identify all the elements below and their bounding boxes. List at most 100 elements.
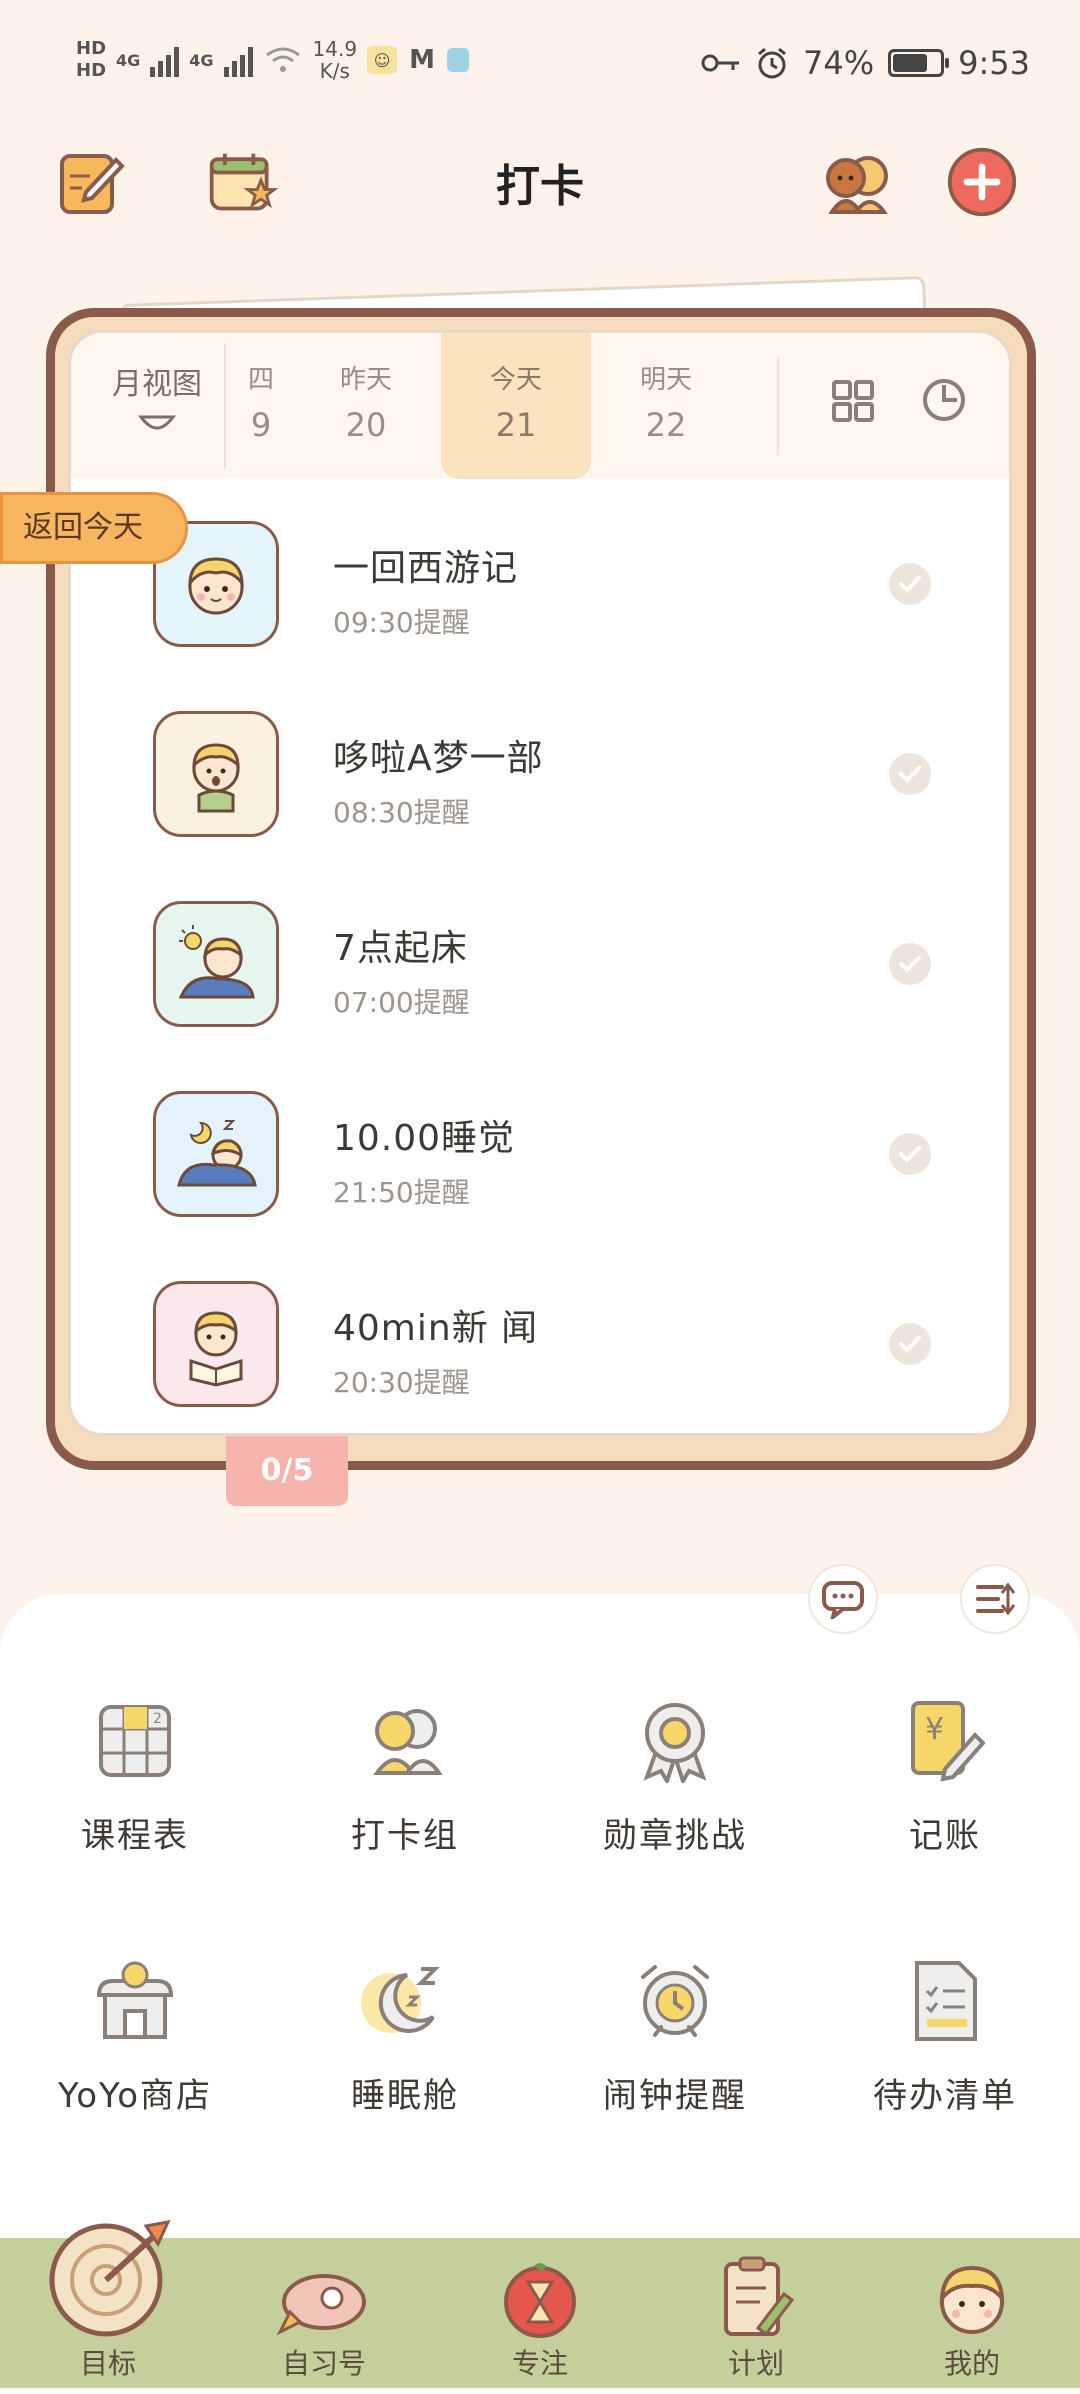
- habit-item[interactable]: 7点起床 07:00提醒: [71, 863, 1009, 1053]
- character-surprised-icon: [192, 743, 240, 813]
- tool-label: 闹钟提醒: [603, 2076, 747, 2116]
- habit-avatar: [153, 1091, 279, 1217]
- habit-reminder-time: 20:30提醒: [333, 1366, 470, 1399]
- habit-name: 7点起床: [333, 928, 468, 969]
- date-cell-today[interactable]: 今天 21: [441, 333, 591, 479]
- character-reading-icon: [189, 1311, 243, 1387]
- tool-sleep-pod[interactable]: 睡眠舱: [270, 1946, 540, 2117]
- friends-button[interactable]: [818, 146, 898, 218]
- check-button[interactable]: [889, 1323, 931, 1365]
- svg-text:¥: ¥: [925, 1712, 944, 1747]
- habit-reminder-time: 07:00提醒: [333, 986, 470, 1019]
- habit-item[interactable]: 40min新 闻 20:30提醒: [71, 1243, 1009, 1433]
- mail-icon: M: [409, 45, 436, 75]
- month-view-toggle[interactable]: 月视图: [87, 359, 227, 445]
- date-cell[interactable]: 四9: [231, 333, 291, 479]
- habit-reminder-time: 09:30提醒: [333, 606, 470, 639]
- status-bar: HD HD 4G 4G 14.9 K/s ☺ M 74% 9:53: [0, 0, 1080, 120]
- nav-label: 我的: [943, 2347, 1000, 2380]
- habit-reminder-time: 21:50提醒: [333, 1176, 470, 1209]
- nav-label: 专注: [511, 2347, 568, 2380]
- tool-label: 课程表: [81, 1816, 189, 1856]
- sleep-icon: [361, 1967, 440, 2033]
- sort-icon: [976, 1582, 1016, 1616]
- signal-icon: [150, 43, 180, 77]
- tool-label: 记账: [909, 1816, 981, 1856]
- nav-mine[interactable]: 我的: [864, 2238, 1080, 2388]
- tool-checkin-group[interactable]: 打卡组: [270, 1686, 540, 1857]
- checkmark-icon: [899, 956, 921, 973]
- target-icon[interactable]: [46, 2214, 172, 2340]
- hd-indicator: HD HD: [76, 38, 107, 81]
- friends-icon: [826, 156, 888, 214]
- tool-label: 打卡组: [351, 1816, 459, 1856]
- clipboard-icon: [724, 2256, 794, 2337]
- tool-yoyo-shop[interactable]: YoYo商店: [0, 1946, 270, 2117]
- app-notification-icon: [447, 48, 470, 72]
- chevron-down-icon: [138, 415, 176, 430]
- character-waking-icon: [178, 925, 255, 999]
- chat-bubble-icon: [822, 1581, 864, 1619]
- key-icon: [701, 54, 740, 72]
- check-button[interactable]: [889, 753, 931, 795]
- tool-alarm-reminder[interactable]: 闹钟提醒: [540, 1946, 810, 2117]
- message-button[interactable]: [808, 1564, 878, 1634]
- nav-focus[interactable]: 专注: [432, 2238, 648, 2388]
- return-today-button[interactable]: 返回今天: [0, 492, 188, 564]
- svg-text:2: 2: [153, 1711, 162, 1727]
- nav-plan[interactable]: 计划: [648, 2238, 864, 2388]
- medal-icon: [643, 1703, 707, 1783]
- battery-percent: 74%: [803, 44, 875, 82]
- rocket-icon: [276, 2274, 366, 2336]
- ledger-icon: ¥: [911, 1701, 985, 1782]
- nav-label: 目标: [79, 2347, 136, 2380]
- character-sleeping-icon: [177, 1120, 257, 1187]
- top-header: 打卡: [0, 130, 1080, 230]
- date-cell-yesterday[interactable]: 昨天 20: [291, 333, 441, 479]
- tool-todo-list[interactable]: 待办清单: [810, 1946, 1080, 2117]
- page-title: 打卡: [496, 161, 584, 212]
- tool-label: YoYo商店: [57, 2076, 213, 2116]
- habit-reminder-time: 08:30提醒: [333, 796, 470, 829]
- tool-label: 待办清单: [873, 2076, 1017, 2116]
- profile-icon: [939, 2265, 1005, 2334]
- habit-item[interactable]: 哆啦A梦一部 08:30提醒: [71, 673, 1009, 863]
- habit-item[interactable]: 一回西游记 09:30提醒: [71, 483, 1009, 673]
- divider: [224, 343, 226, 469]
- divider: [777, 357, 779, 455]
- tool-medal-challenge[interactable]: 勋章挑战: [540, 1686, 810, 1857]
- shop-icon: [96, 1961, 174, 2039]
- habit-name: 10.00睡觉: [333, 1118, 516, 1159]
- checkmark-icon: [899, 1146, 921, 1163]
- wifi-icon: [265, 47, 300, 72]
- character-face-icon: [188, 557, 244, 615]
- nav-label: 自习号: [281, 2347, 366, 2380]
- add-button[interactable]: [946, 146, 1018, 218]
- alarm-status-icon: [758, 47, 786, 79]
- check-button[interactable]: [889, 943, 931, 985]
- battery-icon: [888, 49, 950, 77]
- nav-self-study[interactable]: 自习号: [216, 2238, 432, 2388]
- month-view-label: 月视图: [112, 367, 202, 402]
- habit-avatar: [153, 711, 279, 837]
- date-cell-tomorrow[interactable]: 明天 22: [591, 333, 741, 479]
- check-button[interactable]: [889, 1133, 931, 1175]
- tool-label: 勋章挑战: [603, 1816, 747, 1856]
- app-notification-icon: ☺: [367, 46, 398, 74]
- statistics-pie-icon[interactable]: [921, 377, 967, 423]
- date-bar: 月视图 四9 昨天 20 今天 21 明天 22: [71, 333, 1009, 479]
- timetable-icon: 2: [99, 1705, 171, 1777]
- clock-time: 9:53: [958, 44, 1030, 82]
- group-icon: [373, 1709, 443, 1775]
- grid-view-icon[interactable]: [831, 379, 875, 423]
- tool-label: 睡眠舱: [351, 2076, 459, 2116]
- habit-name: 一回西游记: [333, 548, 519, 589]
- sort-button[interactable]: [960, 1564, 1030, 1634]
- habit-item[interactable]: 10.00睡觉 21:50提醒: [71, 1053, 1009, 1243]
- tool-timetable[interactable]: 2 课程表: [0, 1686, 270, 1857]
- check-button[interactable]: [889, 563, 931, 605]
- todo-icon: [915, 1961, 977, 2041]
- progress-counter: 0/5: [226, 1436, 348, 1506]
- habit-avatar: [153, 901, 279, 1027]
- tool-ledger[interactable]: ¥ 记账: [810, 1686, 1080, 1857]
